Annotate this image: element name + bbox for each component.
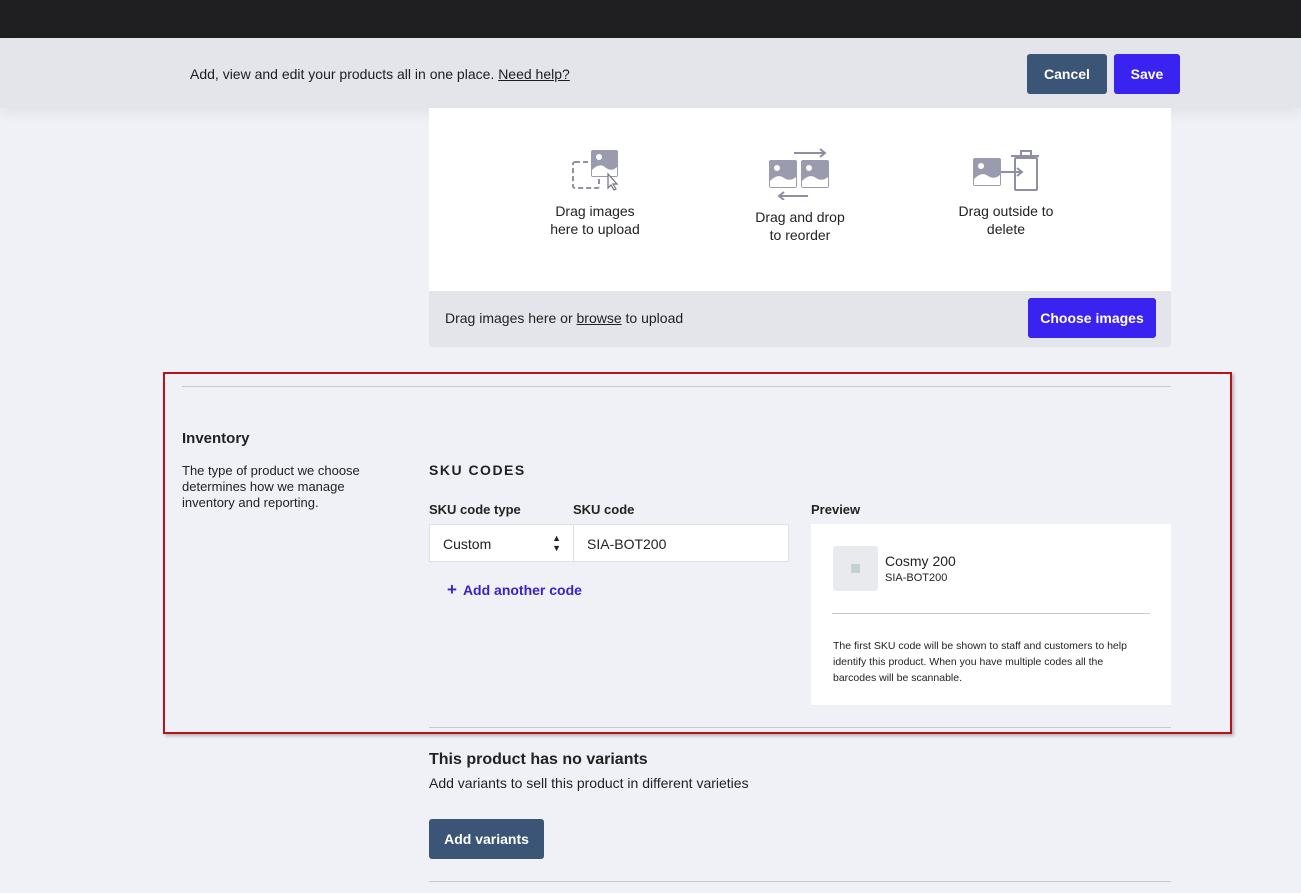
need-help-link[interactable]: Need help? <box>498 66 570 82</box>
upload-footer: Drag images here or browse to upload Cho… <box>429 291 1171 347</box>
cancel-button[interactable]: Cancel <box>1027 54 1107 94</box>
inventory-title: Inventory <box>182 430 250 447</box>
upload-image-icon <box>572 150 619 191</box>
top-bar <box>0 0 1301 38</box>
browse-link[interactable]: browse <box>577 310 622 326</box>
upload-hint-line1: Drag images <box>555 203 635 219</box>
sku-preview-card: Cosmy 200 SIA-BOT200 The first SKU code … <box>811 524 1171 705</box>
section-divider-top <box>182 386 1171 387</box>
sku-type-select[interactable]: Custom ▲ ▼ <box>429 524 573 562</box>
sku-type-value: Custom <box>443 536 492 552</box>
sku-type-label: SKU code type <box>429 502 521 517</box>
image-upload-dropzone[interactable]: Drag images here to upload Drag and drop… <box>429 108 1171 347</box>
inventory-description: The type of product we choose determines… <box>182 463 360 510</box>
upload-hint-line2: here to upload <box>550 221 640 237</box>
image-placeholder-icon <box>851 564 860 573</box>
variants-title: This product has no variants <box>429 751 648 768</box>
preview-product-name: Cosmy 200 <box>885 553 956 569</box>
add-variants-button[interactable]: Add variants <box>429 819 544 859</box>
reorder-hint-line2: to reorder <box>769 227 831 243</box>
header-description-text: Add, view and edit your products all in … <box>190 66 495 82</box>
preview-product-sku: SIA-BOT200 <box>885 572 948 584</box>
upload-hint-reorder: Drag and drop to reorder <box>730 148 870 244</box>
delete-hint-line2: delete <box>986 221 1026 237</box>
section-divider-bottom <box>429 881 1171 882</box>
choose-images-button[interactable]: Choose images <box>1028 298 1156 338</box>
upload-footer-text: Drag images here or browse to upload <box>445 310 683 326</box>
preview-divider <box>832 613 1150 614</box>
header-description: Add, view and edit your products all in … <box>190 66 570 82</box>
product-thumbnail <box>833 546 878 591</box>
variants-description: Add variants to sell this product in dif… <box>429 775 749 791</box>
upload-hint-delete: Drag outside to delete <box>936 148 1076 238</box>
select-arrows-icon: ▲ ▼ <box>552 533 561 553</box>
add-another-code-button[interactable]: + Add another code <box>447 580 582 600</box>
upload-footer-suffix: to upload <box>625 310 684 326</box>
upload-footer-prefix: Drag images here or <box>445 310 573 326</box>
reorder-hint-line1: Drag and drop <box>755 209 845 225</box>
sku-code-input[interactable]: SIA-BOT200 <box>573 524 789 562</box>
plus-icon: + <box>447 580 457 599</box>
preview-note: The first SKU code will be shown to staf… <box>833 640 1127 684</box>
section-divider-middle <box>429 727 1171 728</box>
save-button[interactable]: Save <box>1114 54 1180 94</box>
sku-code-value: SIA-BOT200 <box>587 536 667 552</box>
sku-code-label: SKU code <box>573 502 635 517</box>
delete-hint-line1: Drag outside to <box>958 203 1054 219</box>
add-another-code-label: Add another code <box>462 582 582 598</box>
sku-codes-heading: SKU CODES <box>429 462 526 478</box>
reorder-images-icon <box>769 148 829 200</box>
upload-hint-upload: Drag images here to upload <box>525 148 665 238</box>
page-header: Add, view and edit your products all in … <box>0 38 1301 108</box>
preview-label: Preview <box>811 502 861 517</box>
delete-image-icon <box>973 150 1039 191</box>
